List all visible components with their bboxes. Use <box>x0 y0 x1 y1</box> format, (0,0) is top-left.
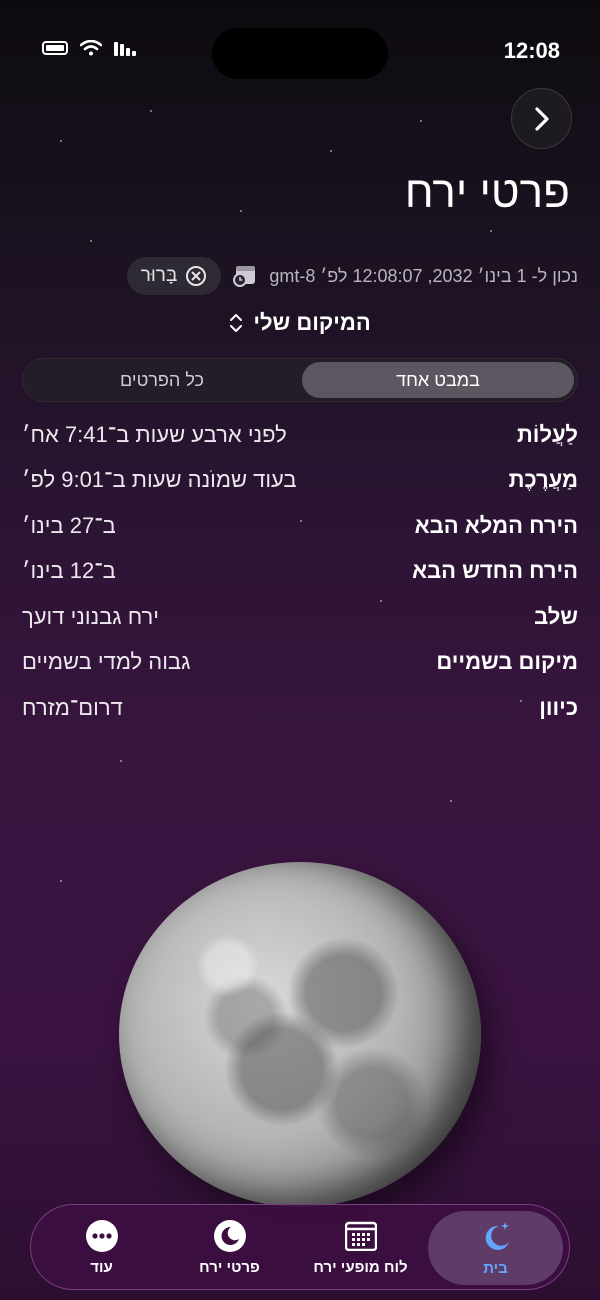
timestamp-row: נכון ל- 1 בינו׳ 2032, 12:08:07 לפ׳ gmt-8… <box>126 256 578 296</box>
signal-icon <box>114 42 136 56</box>
page-title: פרטי ירח <box>404 168 570 217</box>
tab-more-label: עוד <box>90 1258 113 1276</box>
tab-home[interactable]: בית <box>428 1211 563 1285</box>
dynamic-island <box>212 28 388 79</box>
segment-all-details[interactable]: כל הפרטים <box>26 362 298 398</box>
clear-button[interactable]: בָּרוּר <box>126 257 222 295</box>
segment-at-a-glance[interactable]: במבט אחד <box>302 362 574 398</box>
detail-value: ירח גבנוני דועך <box>22 603 159 629</box>
calendar-icon <box>344 1219 378 1253</box>
detail-value: לפני ארבע שעות ב־7:41 אח׳ <box>22 421 287 447</box>
detail-label: הירח המלא הבא <box>414 512 578 538</box>
tab-bar: בית לוח מופעי ירח פרטי ירח עוד <box>30 1204 570 1290</box>
back-button[interactable] <box>511 88 572 149</box>
detail-label: הירח החדש הבא <box>412 558 578 584</box>
detail-value: ב־27 בינו׳ <box>22 512 116 538</box>
moon-image <box>119 862 481 1207</box>
detail-row-next-full-moon: הירח המלא הבא ב־27 בינו׳ <box>22 503 578 549</box>
moon-details-list: לַעֲלוֹת לפני ארבע שעות ב־7:41 אח׳ מַעֲרֶ… <box>22 412 578 731</box>
detail-label: מַעֲרֶכֶת <box>508 467 578 493</box>
chevron-up-down-icon <box>230 314 243 332</box>
detail-row-rise: לַעֲלוֹת לפני ארבע שעות ב־7:41 אח׳ <box>22 412 578 458</box>
view-segmented-control: במבט אחד כל הפרטים <box>22 358 578 402</box>
status-time: 12:08 <box>503 38 560 63</box>
detail-value: דרום־מזרח <box>22 694 123 720</box>
ellipsis-circle-icon <box>85 1219 119 1253</box>
status-bar: 12:08 <box>0 0 600 100</box>
tab-moon-calendar-label: לוח מופעי ירח <box>313 1258 408 1276</box>
tab-moon-calendar[interactable]: לוח מופעי ירח <box>293 1205 428 1289</box>
detail-label: שלב <box>534 603 578 629</box>
detail-value: ב־12 בינו׳ <box>22 558 116 584</box>
detail-row-phase: שלב ירח גבנוני דועך <box>22 594 578 640</box>
tab-home-label: בית <box>483 1259 508 1277</box>
detail-label: לַעֲלוֹת <box>517 421 578 447</box>
battery-icon <box>42 41 68 55</box>
location-selector[interactable]: המיקום שלי <box>0 310 600 336</box>
detail-row-set: מַעֲרֶכֶת בעוד שמונה שעות ב־9:01 לפ׳ <box>22 458 578 504</box>
moon-stars-icon <box>479 1220 513 1254</box>
detail-row-direction: כיוון דרום־מזרח <box>22 685 578 731</box>
chevron-right-icon <box>534 106 549 131</box>
location-label: המיקום שלי <box>253 310 371 335</box>
detail-value: בעוד שמונה שעות ב־9:01 לפ׳ <box>22 467 297 493</box>
wifi-icon <box>80 40 102 56</box>
detail-row-sky-position: מיקום בשמיים גבוה למדי בשמיים <box>22 640 578 686</box>
detail-label: מיקום בשמיים <box>436 649 578 675</box>
moon-circle-icon <box>213 1219 247 1253</box>
tab-moon-details-label: פרטי ירח <box>199 1258 260 1276</box>
detail-row-next-new-moon: הירח החדש הבא ב־12 בינו׳ <box>22 549 578 595</box>
tab-moon-details[interactable]: פרטי ירח <box>162 1205 297 1289</box>
timestamp-text: נכון ל- 1 בינו׳ 2032, 12:08:07 לפ׳ gmt-8 <box>269 265 578 286</box>
clear-label: בָּרוּר <box>140 265 178 286</box>
clear-circle-icon <box>186 266 207 286</box>
tab-more[interactable]: עוד <box>34 1205 169 1289</box>
status-icons <box>42 40 138 56</box>
detail-label: כיוון <box>539 694 578 720</box>
detail-value: גבוה למדי בשמיים <box>22 649 191 675</box>
calendar-clock-icon[interactable] <box>233 265 257 287</box>
